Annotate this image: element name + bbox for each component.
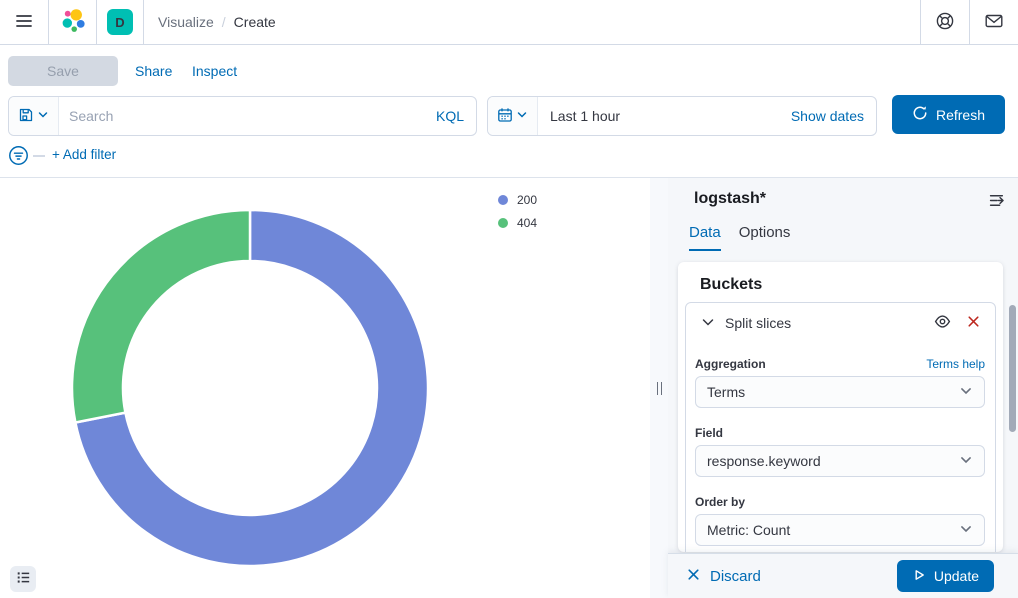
collapse-panel-icon — [989, 192, 1006, 212]
save-query-icon — [18, 107, 34, 126]
legend-label-200: 200 — [517, 193, 537, 207]
elastic-home-button[interactable] — [49, 0, 96, 44]
aggregation-label: Aggregation — [695, 357, 766, 371]
search-bar: KQL — [8, 96, 477, 136]
collapse-panel-button[interactable] — [989, 192, 1006, 212]
discard-icon — [686, 567, 701, 586]
editor-tabs: Data Options — [689, 224, 790, 251]
split-slices-panel: Split slices — [685, 302, 996, 552]
help-icon — [935, 11, 955, 34]
order-by-value: Metric: Count — [707, 522, 790, 538]
discard-button[interactable]: Discard — [686, 567, 761, 586]
breadcrumb-create: Create — [234, 14, 276, 30]
top-header: D Visualize / Create — [0, 0, 1018, 45]
inspect-button[interactable]: Inspect — [192, 63, 237, 79]
header-right-group — [920, 0, 1018, 44]
save-button[interactable]: Save — [8, 56, 118, 86]
kibana-visualize-create-screen: D Visualize / Create — [0, 0, 1018, 598]
help-button[interactable] — [921, 0, 969, 44]
query-language-button[interactable]: KQL — [424, 108, 476, 124]
toggle-visibility-button[interactable] — [934, 313, 951, 333]
refresh-icon — [912, 105, 928, 124]
legend-toggle-button[interactable] — [10, 566, 36, 592]
show-dates-button[interactable]: Show dates — [779, 108, 876, 124]
field-value: response.keyword — [707, 453, 821, 469]
tab-options[interactable]: Options — [739, 224, 791, 251]
breadcrumb: Visualize / Create — [158, 0, 276, 44]
filter-dash — [33, 155, 45, 157]
split-slices-accordion[interactable]: Split slices — [686, 303, 995, 343]
legend-item-200[interactable]: 200 — [498, 193, 537, 207]
field-select[interactable]: response.keyword — [695, 445, 985, 477]
order-by-select[interactable]: Metric: Count — [695, 514, 985, 546]
remove-icon — [966, 314, 981, 332]
breadcrumb-visualize[interactable]: Visualize — [158, 14, 214, 30]
visualization-editor-panel: logstash* Data Options Buckets Split sli — [668, 178, 1018, 598]
buckets-card: Buckets Split slices — [678, 262, 1003, 552]
newsfeed-icon — [984, 11, 1004, 34]
header-divider — [143, 0, 144, 44]
breadcrumb-separator: / — [222, 14, 226, 30]
panel-resize-handle[interactable] — [650, 178, 668, 598]
chevron-down-icon — [959, 522, 973, 539]
chevron-down-icon — [959, 384, 973, 401]
time-range-value[interactable]: Last 1 hour — [538, 108, 632, 124]
date-picker: Last 1 hour Show dates — [487, 96, 877, 136]
donut-chart — [0, 178, 650, 598]
legend-dot-404 — [498, 218, 508, 228]
terms-help-link[interactable]: Terms help — [926, 357, 985, 371]
aggregation-select[interactable]: Terms — [695, 376, 985, 408]
elastic-logo — [60, 8, 86, 37]
resize-handle-icon — [657, 382, 662, 395]
newsfeed-button[interactable] — [970, 0, 1018, 44]
share-button[interactable]: Share — [135, 63, 172, 79]
chart-legend: 200 404 — [498, 193, 537, 230]
saved-query-menu-button[interactable] — [9, 97, 59, 135]
legend-label-404: 404 — [517, 216, 537, 230]
play-icon — [912, 568, 926, 585]
discard-label: Discard — [710, 568, 761, 585]
filter-menu-button[interactable] — [8, 145, 29, 169]
legend-toggle-icon — [16, 570, 31, 588]
add-filter-button[interactable]: + Add filter — [52, 147, 116, 162]
update-label: Update — [934, 568, 979, 584]
eye-icon — [934, 313, 951, 333]
chevron-down-icon — [516, 108, 528, 124]
order-by-label: Order by — [695, 495, 745, 509]
update-button[interactable]: Update — [897, 560, 994, 592]
date-quick-menu-button[interactable] — [488, 97, 538, 135]
menu-icon — [14, 11, 34, 34]
legend-item-404[interactable]: 404 — [498, 216, 537, 230]
filter-icon — [8, 145, 29, 169]
panel-scrollbar-thumb[interactable] — [1009, 305, 1016, 432]
calendar-icon — [497, 107, 513, 126]
index-pattern-title: logstash* — [694, 190, 766, 208]
split-slices-label: Split slices — [725, 315, 791, 331]
donut-slice-404[interactable] — [72, 210, 250, 423]
chevron-down-icon — [959, 453, 973, 470]
refresh-label: Refresh — [936, 107, 985, 123]
field-label: Field — [695, 426, 723, 440]
remove-bucket-button[interactable] — [966, 314, 981, 332]
tab-data[interactable]: Data — [689, 224, 721, 251]
editor-bottom-bar: Discard Update — [668, 553, 1018, 598]
buckets-title: Buckets — [700, 276, 762, 294]
chevron-down-icon — [700, 314, 716, 333]
space-badge: D — [107, 9, 133, 35]
space-selector[interactable]: D — [97, 0, 143, 44]
chart-area: 200 404 — [0, 178, 650, 598]
refresh-button[interactable]: Refresh — [892, 95, 1005, 134]
legend-dot-200 — [498, 195, 508, 205]
menu-button[interactable] — [0, 0, 48, 44]
search-input[interactable] — [59, 108, 424, 124]
chevron-down-icon — [37, 108, 49, 124]
aggregation-value: Terms — [707, 384, 745, 400]
